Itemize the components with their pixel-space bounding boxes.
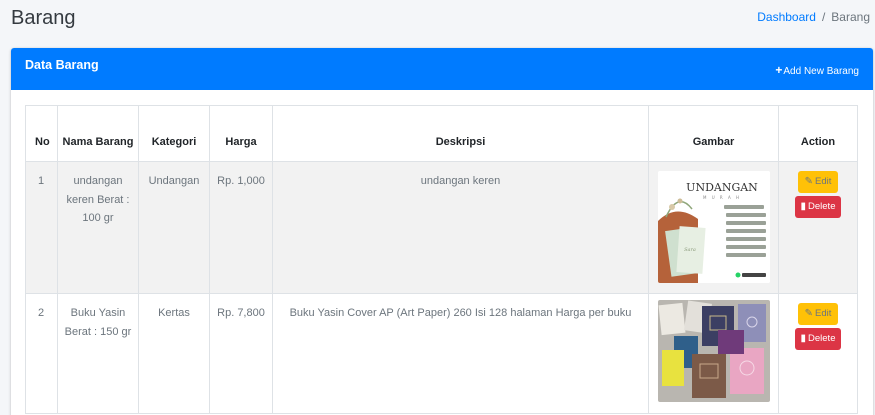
cell-kategori: Kertas: [138, 293, 210, 414]
cell-action: ✎ Edit ▮ Delete: [778, 161, 858, 294]
table-row: 2 Buku Yasin Berat : 150 gr Kertas Rp. 7…: [25, 293, 858, 414]
col-header-action: Action: [778, 105, 858, 162]
delete-button[interactable]: ▮ Delete: [794, 328, 842, 350]
add-new-barang-label: Add New Barang: [783, 66, 859, 77]
cell-nama: Buku Yasin Berat : 150 gr: [57, 293, 139, 414]
delete-label: Delete: [808, 201, 836, 212]
action-buttons: ✎ Edit ▮ Delete: [783, 303, 853, 350]
trash-icon: ▮: [800, 333, 807, 344]
action-buttons: ✎ Edit ▮ Delete: [783, 171, 853, 218]
breadcrumb-current: Barang: [831, 10, 870, 24]
cell-deskripsi: Buku Yasin Cover AP (Art Paper) 260 Isi …: [272, 293, 649, 414]
breadcrumb-dashboard-link[interactable]: Dashboard: [757, 10, 816, 24]
page-header: Barang Dashboard / Barang: [0, 0, 875, 40]
edit-label: Edit: [815, 176, 832, 187]
cell-action: ✎ Edit ▮ Delete: [778, 293, 858, 414]
cell-harga: Rp. 1,000: [209, 161, 273, 294]
breadcrumb: Dashboard / Barang: [757, 10, 870, 24]
edit-icon: ✎: [804, 176, 813, 187]
product-image-buku-yasin: [657, 300, 770, 402]
trash-icon: ▮: [800, 201, 807, 212]
delete-button[interactable]: ▮ Delete: [794, 196, 842, 218]
col-header-gambar: Gambar: [648, 105, 779, 162]
col-header-kategori: Kategori: [138, 105, 210, 162]
edit-button[interactable]: ✎ Edit: [797, 303, 839, 325]
data-barang-card: Data Barang +Add New Barang No Nama Bara…: [11, 48, 873, 415]
col-header-harga: Harga: [209, 105, 273, 162]
edit-button[interactable]: ✎ Edit: [797, 171, 839, 193]
card-title: Data Barang: [25, 58, 99, 72]
col-header-nama: Nama Barang: [57, 105, 139, 162]
table-row: 1 undangan keren Berat : 100 gr Undangan…: [25, 161, 858, 294]
edit-label: Edit: [815, 308, 832, 319]
card-body: No Nama Barang Kategori Harga Deskripsi …: [25, 105, 858, 414]
barang-table: No Nama Barang Kategori Harga Deskripsi …: [25, 105, 858, 414]
add-new-barang-button[interactable]: +Add New Barang: [775, 63, 859, 77]
cell-nama: undangan keren Berat : 100 gr: [57, 161, 139, 294]
plus-icon: +: [775, 63, 783, 77]
undangan-image-text: UNDANGAN: [686, 181, 758, 194]
table-header-row: No Nama Barang Kategori Harga Deskripsi …: [25, 105, 858, 162]
cell-gambar: UNDANGAN M U R A H Sara: [648, 161, 779, 294]
page-title: Barang: [11, 7, 76, 29]
cell-deskripsi: undangan keren: [272, 161, 649, 294]
card-header: Data Barang +Add New Barang: [11, 48, 873, 90]
product-image-undangan: UNDANGAN M U R A H Sara: [657, 171, 770, 283]
cell-gambar: [648, 293, 779, 414]
cell-harga: Rp. 7,800: [209, 293, 273, 414]
svg-text:M U R A H: M U R A H: [703, 195, 741, 200]
cell-no: 1: [25, 161, 58, 294]
svg-text:Sara: Sara: [684, 247, 696, 253]
cell-kategori: Undangan: [138, 161, 210, 294]
edit-icon: ✎: [804, 308, 813, 319]
cell-no: 2: [25, 293, 58, 414]
col-header-deskripsi: Deskripsi: [272, 105, 649, 162]
delete-label: Delete: [808, 333, 836, 344]
col-header-no: No: [25, 105, 58, 162]
breadcrumb-separator: /: [821, 10, 826, 24]
